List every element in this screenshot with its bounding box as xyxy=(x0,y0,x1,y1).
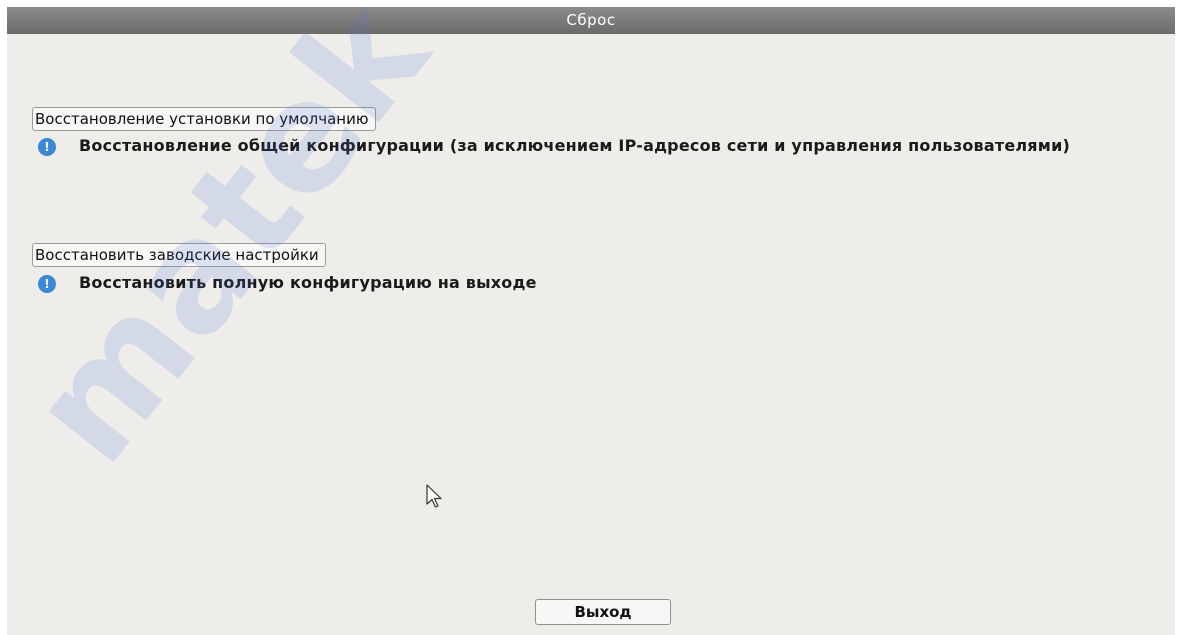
window-title: Сброс xyxy=(7,7,1175,34)
factory-reset-description: Восстановить полную конфигурацию на выхо… xyxy=(79,273,537,292)
reset-dialog: Сброс Восстановление установки по умолча… xyxy=(7,7,1175,635)
restore-defaults-button[interactable]: Восстановление установки по умолчанию xyxy=(32,107,376,131)
factory-reset-info: ! Восстановить полную конфигурацию на вы… xyxy=(38,271,1089,295)
info-icon: ! xyxy=(38,138,56,156)
restore-defaults-info: ! Восстановление общей конфигурации (за … xyxy=(38,134,1089,158)
mouse-cursor-icon xyxy=(426,484,442,508)
restore-defaults-description: Восстановление общей конфигурации (за ис… xyxy=(79,136,1070,155)
exit-button[interactable]: Выход xyxy=(535,599,671,625)
factory-reset-button[interactable]: Восстановить заводские настройки xyxy=(32,243,326,267)
info-icon: ! xyxy=(38,275,56,293)
